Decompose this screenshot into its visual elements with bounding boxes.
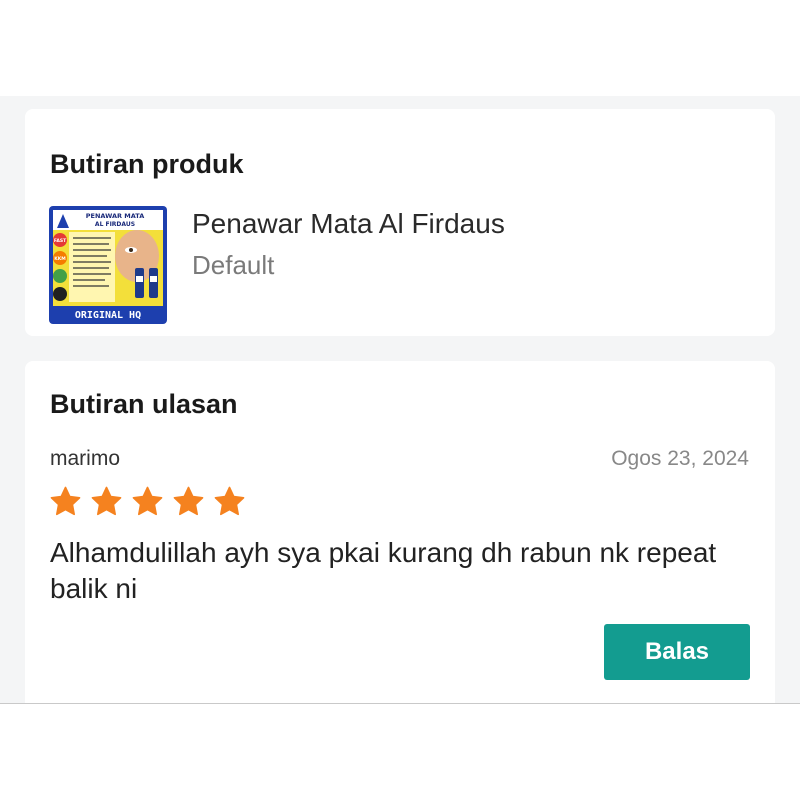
screen-background: Butiran produk PENAWAR MATA AL FIRDAUS F… <box>0 96 800 704</box>
product-thumbnail[interactable]: PENAWAR MATA AL FIRDAUS FAST KKM ORIGINA… <box>49 206 167 324</box>
star-icon <box>91 486 122 516</box>
star-icon <box>214 486 245 516</box>
review-details-card: Butiran ulasan marimo Ogos 23, 2024 Alha… <box>25 361 775 703</box>
star-icon <box>132 486 163 516</box>
badge-fast: FAST <box>54 238 67 244</box>
product-image: PENAWAR MATA AL FIRDAUS FAST KKM ORIGINA… <box>49 206 167 324</box>
star-icon <box>173 486 204 516</box>
review-section-title: Butiran ulasan <box>50 389 238 419</box>
reviewer-name: marimo <box>50 447 121 470</box>
reply-button[interactable]: Balas <box>604 624 750 680</box>
star-rating <box>49 485 246 518</box>
product-section-title: Butiran produk <box>50 149 244 179</box>
review-text: Alhamdulillah ayh sya pkai kurang dh rab… <box>50 537 717 604</box>
product-name[interactable]: Penawar Mata Al Firdaus <box>192 208 505 240</box>
product-details-card: Butiran produk PENAWAR MATA AL FIRDAUS F… <box>25 109 775 336</box>
badge-kkm: KKM <box>54 256 66 262</box>
image-heading-line1: PENAWAR MATA <box>86 212 145 220</box>
image-heading-line2: AL FIRDAUS <box>95 221 135 228</box>
star-icon <box>50 486 81 516</box>
image-footer-text: ORIGINAL HQ <box>75 310 141 321</box>
review-date: Ogos 23, 2024 <box>611 447 749 470</box>
product-variant: Default <box>192 250 275 280</box>
